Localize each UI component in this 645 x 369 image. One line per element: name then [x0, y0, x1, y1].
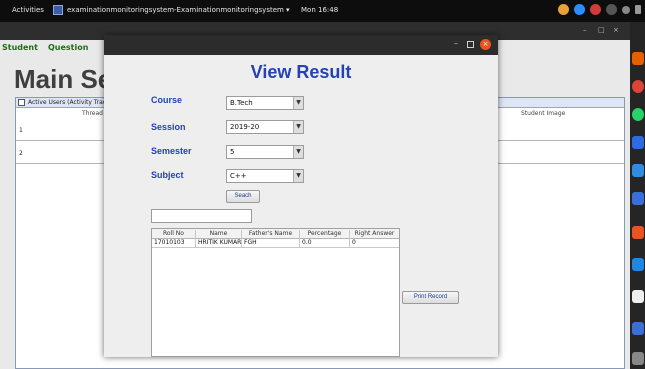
semester-label: Semester: [151, 146, 192, 156]
semester-select[interactable]: 5 ▼: [226, 145, 304, 159]
active-users-label: Active Users (Activity Trac: [28, 99, 107, 106]
table-row[interactable]: 17010103 HRITIK KUMAR FGH 0.0 0: [152, 239, 399, 248]
result-table: Roll No Name Father's Name Percentage Ri…: [151, 228, 400, 357]
dialog-close-icon[interactable]: ×: [480, 39, 491, 50]
dialog-title: View Result: [250, 62, 352, 82]
chrome-dock-icon[interactable]: [632, 80, 644, 93]
vscode-icon[interactable]: [632, 136, 644, 149]
chrome-icon[interactable]: [558, 4, 569, 15]
cell-percentage: 0.0: [300, 239, 350, 248]
chevron-down-icon[interactable]: ▼: [293, 121, 303, 133]
volume-icon[interactable]: [622, 5, 630, 14]
active-users-checkbox[interactable]: [18, 99, 25, 106]
activities-button[interactable]: Activities: [12, 6, 44, 14]
desktop-screen: Activities examinationmonitoringsystem-E…: [0, 0, 645, 369]
semester-value: 5: [230, 148, 235, 156]
help-dock-icon[interactable]: [632, 258, 644, 271]
dock: [630, 22, 645, 369]
chevron-down-icon[interactable]: ▼: [293, 97, 303, 109]
filter-input[interactable]: [151, 209, 252, 223]
column-header-right-answer[interactable]: Right Answer: [350, 230, 399, 239]
course-select[interactable]: B.Tech ▼: [226, 96, 304, 110]
menu-question[interactable]: Question: [48, 43, 88, 52]
app-menu-icon[interactable]: [53, 5, 63, 15]
maximize-icon[interactable]: □: [598, 26, 605, 34]
view-result-dialog: – × View Result Course B.Tech ▼ Session …: [104, 35, 498, 357]
row-number: 2: [19, 150, 23, 157]
column-header-name[interactable]: Name: [196, 230, 242, 239]
show-apps-icon[interactable]: [632, 352, 644, 365]
chevron-down-icon[interactable]: ▼: [293, 170, 303, 182]
cell-roll-no: 17010103: [152, 239, 196, 248]
course-label: Course: [151, 95, 183, 105]
chevron-down-icon[interactable]: ▼: [293, 146, 303, 158]
menu-student[interactable]: Student: [2, 43, 38, 52]
skype-icon[interactable]: [632, 164, 644, 177]
main-title: Main Se: [14, 64, 113, 94]
column-header-percentage[interactable]: Percentage: [300, 230, 350, 239]
column-header-roll-no[interactable]: Roll No: [152, 230, 196, 239]
result-table-header: Roll No Name Father's Name Percentage Ri…: [152, 229, 399, 239]
app-menu-label[interactable]: examinationmonitoringsystem-Examinationm…: [67, 6, 290, 14]
subject-value: C++: [230, 172, 247, 180]
virtualbox-icon[interactable]: [632, 192, 644, 205]
column-header-thread: Thread: [82, 110, 103, 117]
battery-icon[interactable]: [635, 5, 641, 14]
course-value: B.Tech: [230, 99, 253, 107]
zoom-icon[interactable]: [574, 4, 585, 15]
print-record-button[interactable]: Print Record: [402, 291, 459, 304]
column-header-fathers-name[interactable]: Father's Name: [242, 230, 300, 239]
firefox-icon[interactable]: [632, 52, 644, 65]
dialog-titlebar[interactable]: – ×: [104, 35, 498, 55]
search-button[interactable]: Seach: [226, 190, 260, 203]
minimize-icon[interactable]: –: [583, 26, 587, 34]
software-center-icon[interactable]: [632, 226, 644, 239]
red-app-icon[interactable]: [590, 4, 601, 15]
clock[interactable]: Mon 16:48: [301, 6, 338, 14]
dialog-maximize-icon[interactable]: [467, 41, 474, 48]
editor-icon[interactable]: [632, 290, 644, 303]
session-label: Session: [151, 122, 186, 132]
cell-fathers-name: FGH: [242, 239, 300, 248]
subject-label: Subject: [151, 170, 184, 180]
cell-name: HRITIK KUMAR: [198, 239, 242, 248]
system-top-bar: Activities examinationmonitoringsystem-E…: [0, 0, 645, 22]
help-icon[interactable]: [606, 4, 617, 15]
subject-select[interactable]: C++ ▼: [226, 169, 304, 183]
whatsapp-icon[interactable]: [632, 108, 644, 121]
cell-right-answer: 0: [352, 239, 356, 246]
session-select[interactable]: 2019-20 ▼: [226, 120, 304, 134]
row-number: 1: [19, 127, 23, 134]
box-icon[interactable]: [632, 322, 644, 335]
column-header-student-image: Student Image: [521, 110, 566, 117]
dialog-minimize-icon[interactable]: –: [454, 39, 458, 48]
system-tray: [558, 4, 641, 15]
close-icon[interactable]: ×: [613, 26, 619, 34]
session-value: 2019-20: [230, 123, 260, 131]
